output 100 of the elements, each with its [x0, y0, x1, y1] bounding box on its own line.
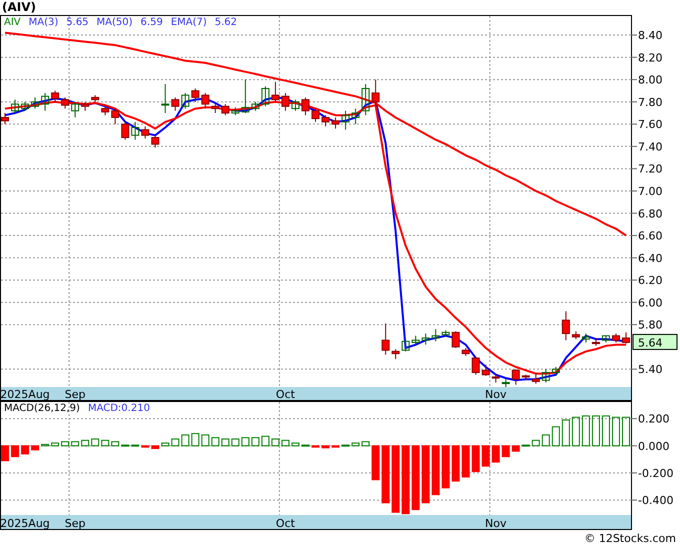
y-tick-label: 7.40 [638, 140, 662, 154]
legend-label: MACD:0.210 [88, 403, 150, 414]
axis-label: 8.00 [630, 74, 662, 87]
macd-bar [151, 445, 160, 449]
candlestick [442, 330, 450, 338]
axis-label: 6.80 [630, 207, 662, 220]
macd-bar [362, 441, 370, 446]
legend-label: MACD(26,12,9) [4, 403, 80, 414]
candlestick [322, 114, 330, 127]
macd-bar [412, 445, 420, 510]
candlestick [51, 90, 60, 102]
macd-bar [251, 437, 260, 446]
y-tick-label: 8.40 [638, 29, 662, 42]
candlestick [402, 340, 410, 352]
axis-label: 6.60 [630, 230, 662, 243]
date-label: Nov [485, 517, 507, 530]
candlestick [111, 108, 120, 125]
candlestick [291, 99, 300, 112]
macd-bar [592, 415, 600, 446]
y-tick-label: 8.00 [638, 74, 662, 87]
macd-bar [512, 445, 520, 452]
macd-bar [352, 442, 360, 446]
y-tick-label: 7.60 [638, 118, 662, 132]
candlestick [31, 96, 40, 110]
candlestick [141, 126, 150, 140]
candlestick [1, 112, 9, 125]
y-tick-label: 7.80 [638, 96, 662, 109]
macd-bar [161, 442, 170, 446]
macd-bar [181, 434, 190, 446]
candlestick [582, 333, 590, 343]
macd-bar [31, 445, 40, 450]
axis-label: -0.200 [630, 466, 674, 480]
macd-bar [171, 438, 180, 446]
macd-bar [201, 434, 210, 446]
candlestick [492, 373, 500, 384]
candlestick [502, 378, 510, 388]
macd-bar [482, 445, 490, 467]
date-label: Oct [276, 517, 295, 530]
axis-label: 5.80 [630, 318, 662, 332]
candlestick [362, 84, 370, 116]
copyright-text: © 12Stocks.com [584, 532, 676, 544]
macd-bar [372, 445, 380, 480]
y-tick-label: 5.40 [638, 363, 662, 376]
macd-bar [312, 445, 320, 448]
y-tick-label: -0.400 [638, 494, 674, 508]
macd-bar [121, 444, 130, 447]
macd-bar [101, 440, 110, 446]
candlestick [221, 104, 230, 116]
candlestick [151, 134, 160, 148]
candlestick [211, 104, 220, 114]
candlestick [592, 338, 600, 346]
candlestick [612, 333, 620, 343]
axis-label: 7.40 [630, 140, 662, 154]
axis-label: 6.20 [630, 274, 662, 288]
chart-title: (AIV) [1, 0, 38, 15]
candlestick [21, 101, 30, 112]
macd-bar [612, 416, 620, 446]
candlestick [161, 84, 170, 114]
macd-bar [522, 444, 530, 447]
y-tick-label: 6.40 [638, 252, 662, 265]
y-tick-label: 8.20 [638, 51, 662, 64]
candlestick [602, 335, 610, 343]
candlestick [41, 92, 50, 112]
macd-bar [21, 445, 30, 454]
candlestick [131, 121, 140, 140]
candlestick [181, 92, 190, 110]
legend-label: 6.59 [140, 17, 163, 28]
candlestick [382, 323, 390, 356]
y-tick-label: 7.20 [638, 162, 662, 176]
axis-label: 5.40 [630, 363, 662, 376]
candlestick [261, 86, 270, 107]
candlestick [422, 333, 430, 346]
candlestick [542, 368, 550, 384]
candlestick [452, 330, 460, 349]
legend-label: MA(3) [28, 17, 58, 28]
macd-bar [271, 438, 280, 446]
macd-bar [342, 444, 350, 447]
candlestick [432, 328, 440, 342]
candlestick [412, 335, 420, 346]
candlestick [352, 108, 360, 125]
macd-bar [402, 445, 410, 514]
macd-bar [81, 440, 90, 446]
macd-bar [582, 415, 590, 446]
candlestick [241, 79, 250, 114]
legend-label: MA(50) [96, 17, 133, 28]
candlestick [482, 364, 490, 376]
date-label: Nov [485, 388, 507, 401]
macd-bar [71, 441, 80, 446]
candlestick [91, 94, 100, 102]
macd-bar [191, 433, 200, 446]
y-tick-label: 6.60 [638, 230, 662, 243]
macd-bar [532, 440, 540, 446]
macd-bar [542, 434, 550, 446]
macd-bar [291, 442, 300, 446]
macd-bar [452, 445, 460, 482]
candlestick [312, 108, 320, 122]
axis-label: 7.60 [630, 118, 662, 132]
macd-bar [61, 441, 70, 446]
candlestick [572, 330, 580, 340]
candlestick [81, 101, 90, 112]
